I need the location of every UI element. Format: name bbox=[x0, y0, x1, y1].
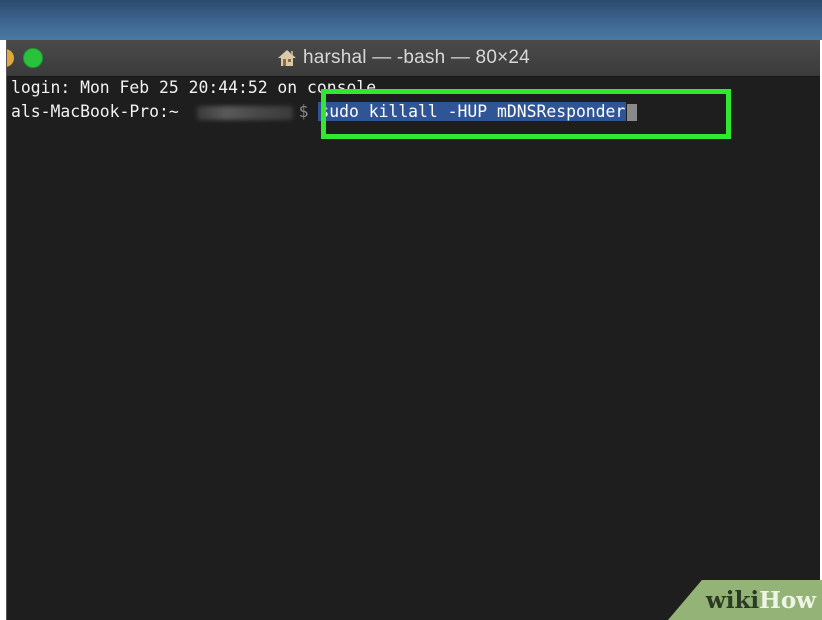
desktop-background bbox=[0, 0, 822, 40]
terminal-output[interactable]: login: Mon Feb 25 20:44:52 on console al… bbox=[7, 77, 820, 620]
redacted-username bbox=[196, 105, 293, 120]
prompt-symbol: $ bbox=[298, 102, 309, 121]
watermark-how: How bbox=[759, 586, 816, 614]
minimize-button[interactable] bbox=[7, 49, 14, 67]
title-bar[interactable]: harshal — -bash — 80×24 bbox=[7, 40, 820, 77]
command-highlight-box bbox=[321, 89, 731, 139]
prompt-host: als-MacBook-Pro:~ bbox=[11, 102, 189, 121]
house-icon bbox=[278, 50, 296, 66]
window-title-text: harshal — -bash — 80×24 bbox=[303, 47, 530, 68]
zoom-button[interactable] bbox=[23, 48, 43, 68]
window-title: harshal — -bash — 80×24 bbox=[277, 46, 530, 70]
watermark-wiki: wiki bbox=[705, 586, 760, 614]
